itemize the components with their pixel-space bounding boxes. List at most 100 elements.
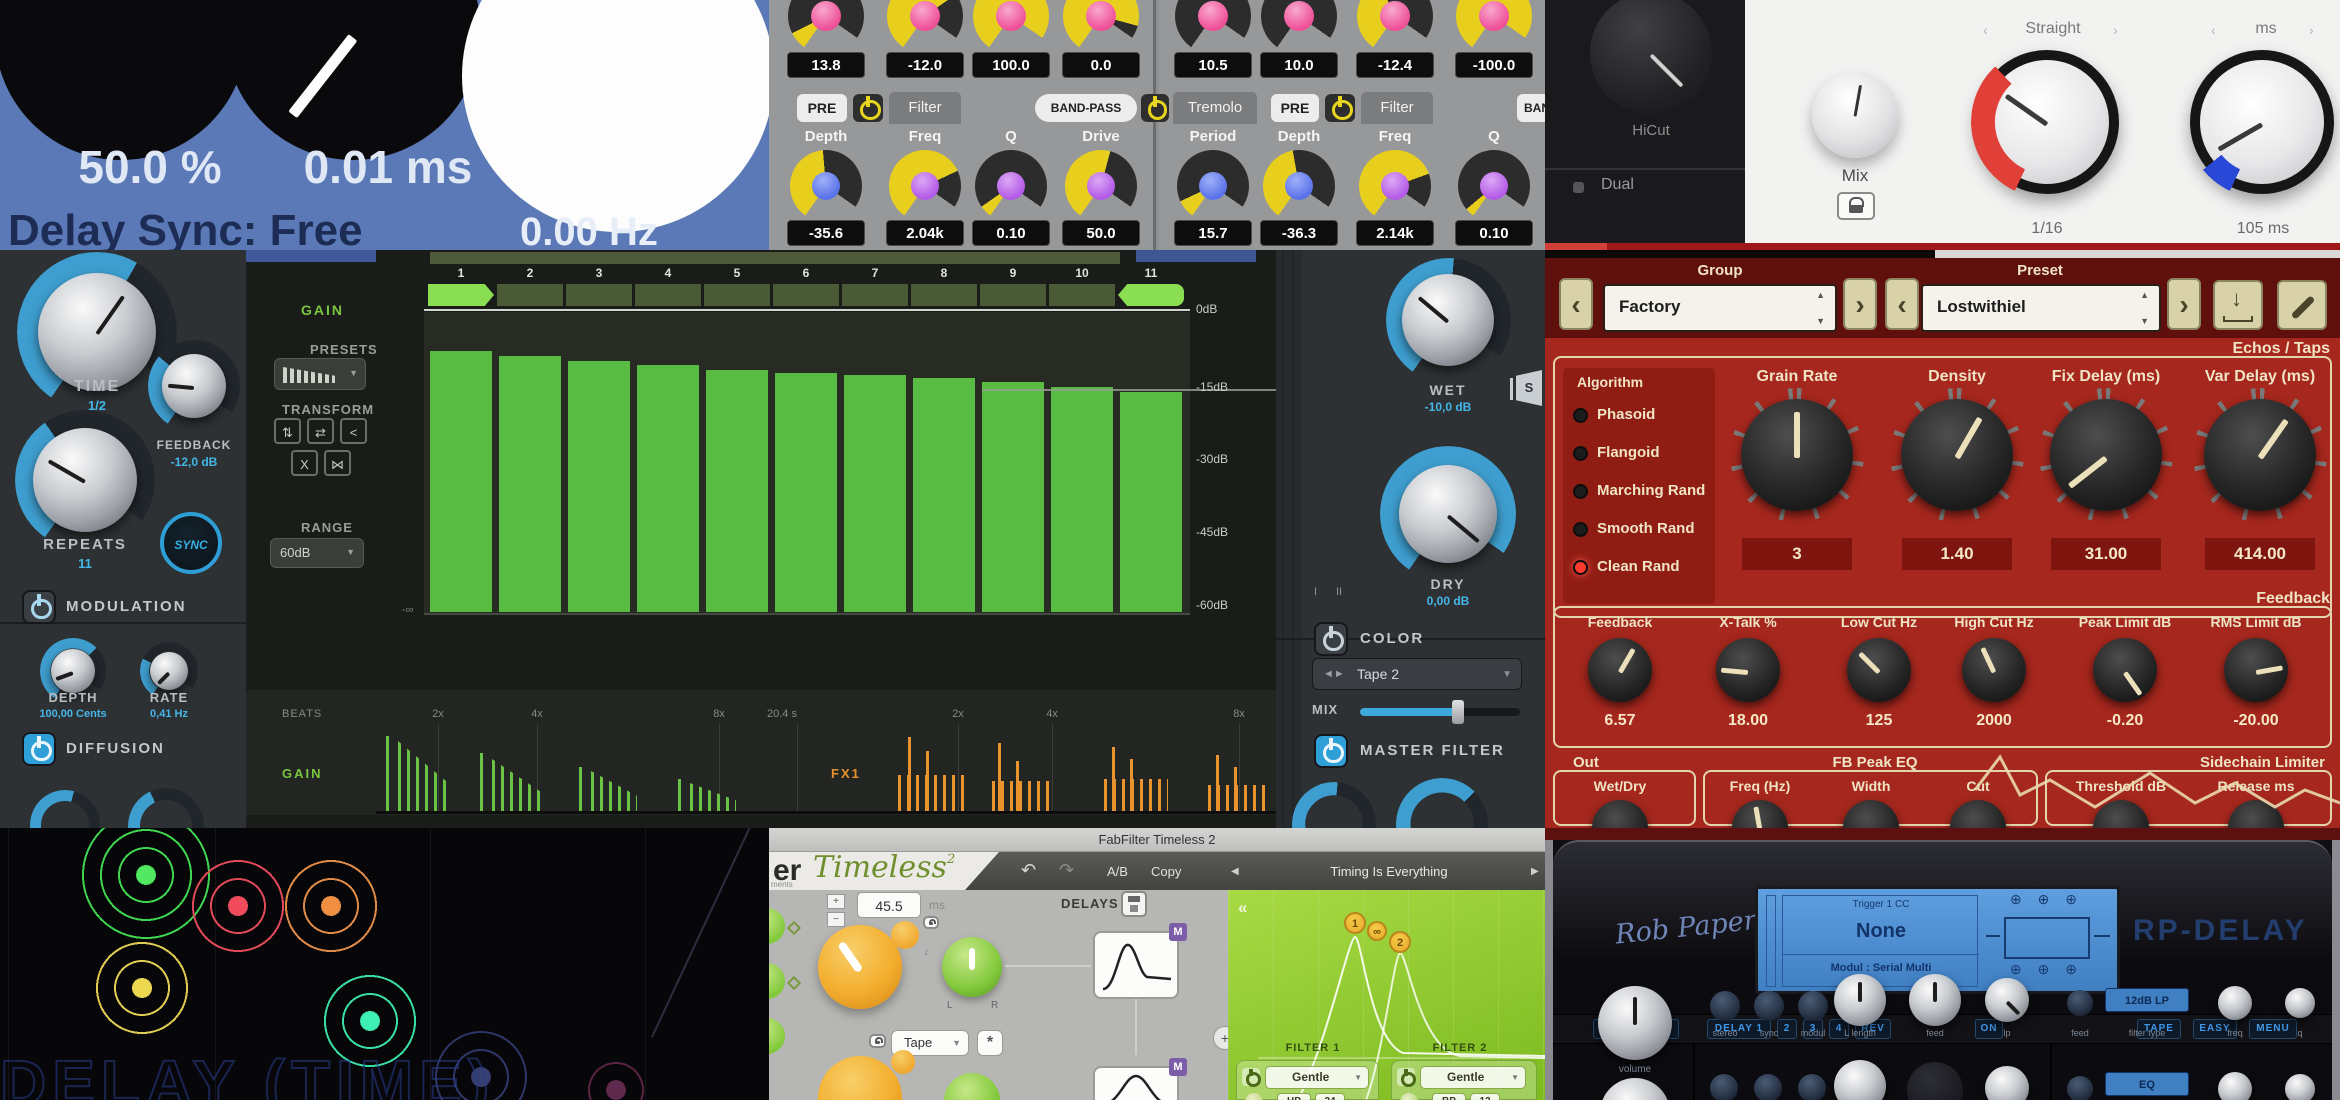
volume-knob[interactable] [1598,986,1672,1060]
radio-label[interactable]: Flangoid [1597,444,1660,461]
highcut-knob[interactable] [1962,638,2026,702]
delay-time-knob[interactable] [818,925,902,1009]
tap-bar[interactable] [499,356,561,612]
mix-slider-track[interactable] [1360,708,1520,716]
modul-knob[interactable] [1798,991,1828,1021]
save-button[interactable]: ↓ [2213,280,2263,330]
modulation-power-icon[interactable] [22,590,56,624]
radio-clean-rand-selected[interactable] [1573,560,1588,575]
tap-header[interactable] [842,284,908,306]
delays-preset-disk-icon[interactable] [1121,891,1147,917]
transform-skew-icon[interactable]: < [340,418,367,444]
filter1-freq-knob[interactable] [1245,1093,1263,1100]
radio-label[interactable]: Marching Rand [1597,482,1705,499]
solo-badge[interactable]: S [1516,370,1542,406]
lock-icon[interactable] [923,916,939,929]
tap-bar[interactable] [844,375,906,612]
radio-marching-rand[interactable] [1573,484,1588,499]
transform-swap-icon[interactable]: ⇄ [307,418,334,444]
mid-badge[interactable]: M [1169,923,1187,941]
radio-smooth-rand[interactable] [1573,522,1588,537]
distort-knob[interactable] [2067,1076,2093,1100]
drive-knob[interactable] [2218,1072,2252,1100]
master-filter-power-icon[interactable] [1314,734,1348,768]
time-knob[interactable] [225,0,481,160]
transform-updown-icon[interactable]: ⇅ [274,418,301,444]
copy-button[interactable]: Copy [1151,864,1181,879]
tap-bar[interactable] [568,361,630,612]
pan-knob[interactable] [1798,1074,1826,1100]
feedback-knob[interactable] [162,354,226,418]
transform-mirror-icon[interactable]: ⋈ [324,450,351,476]
bandpass-button-cut[interactable]: BAN [1517,94,1545,122]
xtalk-knob[interactable] [1716,638,1780,702]
group-dropdown[interactable]: Factory ▲ ▼ [1603,284,1837,332]
mix-knob[interactable] [1754,1074,1782,1100]
time-knob[interactable] [38,273,156,391]
depth-knob[interactable] [51,649,95,693]
plus-button[interactable]: + [827,894,845,909]
radio-label[interactable]: Smooth Rand [1597,520,1695,537]
big-white-knob[interactable] [462,0,769,232]
lock-icon[interactable] [1837,192,1875,220]
filter1-style-dropdown[interactable]: Gentle ▼ [1265,1066,1369,1089]
offset-knob-2[interactable] [891,1050,915,1074]
transform-hourglass-icon[interactable]: X [291,450,318,476]
rack-knob[interactable] [975,150,1047,222]
radio-label[interactable]: Phasoid [1597,406,1655,423]
filter2-power-icon[interactable] [1397,1068,1415,1086]
rack-knob[interactable] [1359,150,1431,222]
sync-button[interactable]: SYNC [160,512,222,574]
mid-badge[interactable]: M [1169,1058,1187,1076]
ab-toggle[interactable]: A/B [1107,864,1128,879]
fix-delay-knob[interactable] [2050,399,2162,511]
filter-type-display[interactable]: 12dB LP [2105,988,2189,1012]
filter1-power-icon[interactable] [1242,1068,1260,1086]
level-marker-line[interactable] [982,389,1276,391]
tap-ripple-yellow[interactable] [90,936,194,1040]
tap-bar[interactable] [430,351,492,612]
tap-header[interactable] [566,284,632,306]
lcd-model-value[interactable]: Modul : Serial Multi [1783,962,1979,974]
freeze-fan-icon[interactable]: * [977,1030,1003,1056]
feed-knob[interactable] [1909,974,1961,1026]
next-icon[interactable]: › [2309,22,2314,38]
tab-tremolo[interactable]: Tremolo [1173,92,1257,124]
filter1-slope-dropdown[interactable]: 24 [1315,1093,1345,1100]
filter-curve-display-2[interactable] [1093,1066,1179,1100]
lcd-main-value[interactable]: None [1783,920,1979,943]
diffusion-power-icon[interactable] [22,732,56,766]
mix-knob[interactable] [1812,72,1898,158]
radio-phasoid[interactable] [1573,408,1588,423]
tap-bar[interactable] [706,370,768,612]
tap-header[interactable] [773,284,839,306]
q-knob[interactable] [2285,988,2315,1018]
pre-button[interactable]: PRE [797,94,847,122]
power-icon[interactable] [853,94,883,122]
group-next-button[interactable]: › [1843,278,1877,330]
tap-ripple-magenta[interactable] [584,1058,648,1100]
spinner-up-icon[interactable]: ▲ [2140,290,2149,300]
prev-icon[interactable]: ‹ [1983,22,1988,38]
filter2-slope-dropdown[interactable]: 12 [1470,1093,1500,1100]
var-delay-knob[interactable] [2204,399,2316,511]
color-power-icon[interactable] [1314,622,1348,656]
tap-header-selected[interactable] [428,284,494,306]
edge-knob[interactable] [769,963,785,999]
tap-header[interactable] [1049,284,1115,306]
lowcut-knob[interactable] [1847,638,1911,702]
wet-knob[interactable] [1402,274,1494,366]
presets-dropdown[interactable]: ▼ [274,358,366,390]
rack-knob[interactable] [889,150,961,222]
prevnext-icon[interactable]: ◄► [1323,668,1345,680]
lock-icon[interactable] [869,1034,886,1048]
delay-time-field[interactable]: 45.5 [857,892,921,918]
feedback-knob[interactable] [1588,638,1652,702]
tap-bar[interactable] [637,365,699,612]
rack-knob[interactable] [1458,150,1530,222]
repeats-knob[interactable] [33,428,137,532]
radio-label[interactable]: Clean Rand [1597,558,1680,575]
bandpass-button[interactable]: BAND-PASS [1035,94,1137,122]
edge-knob[interactable] [769,908,785,944]
density-knob[interactable] [1901,399,2013,511]
